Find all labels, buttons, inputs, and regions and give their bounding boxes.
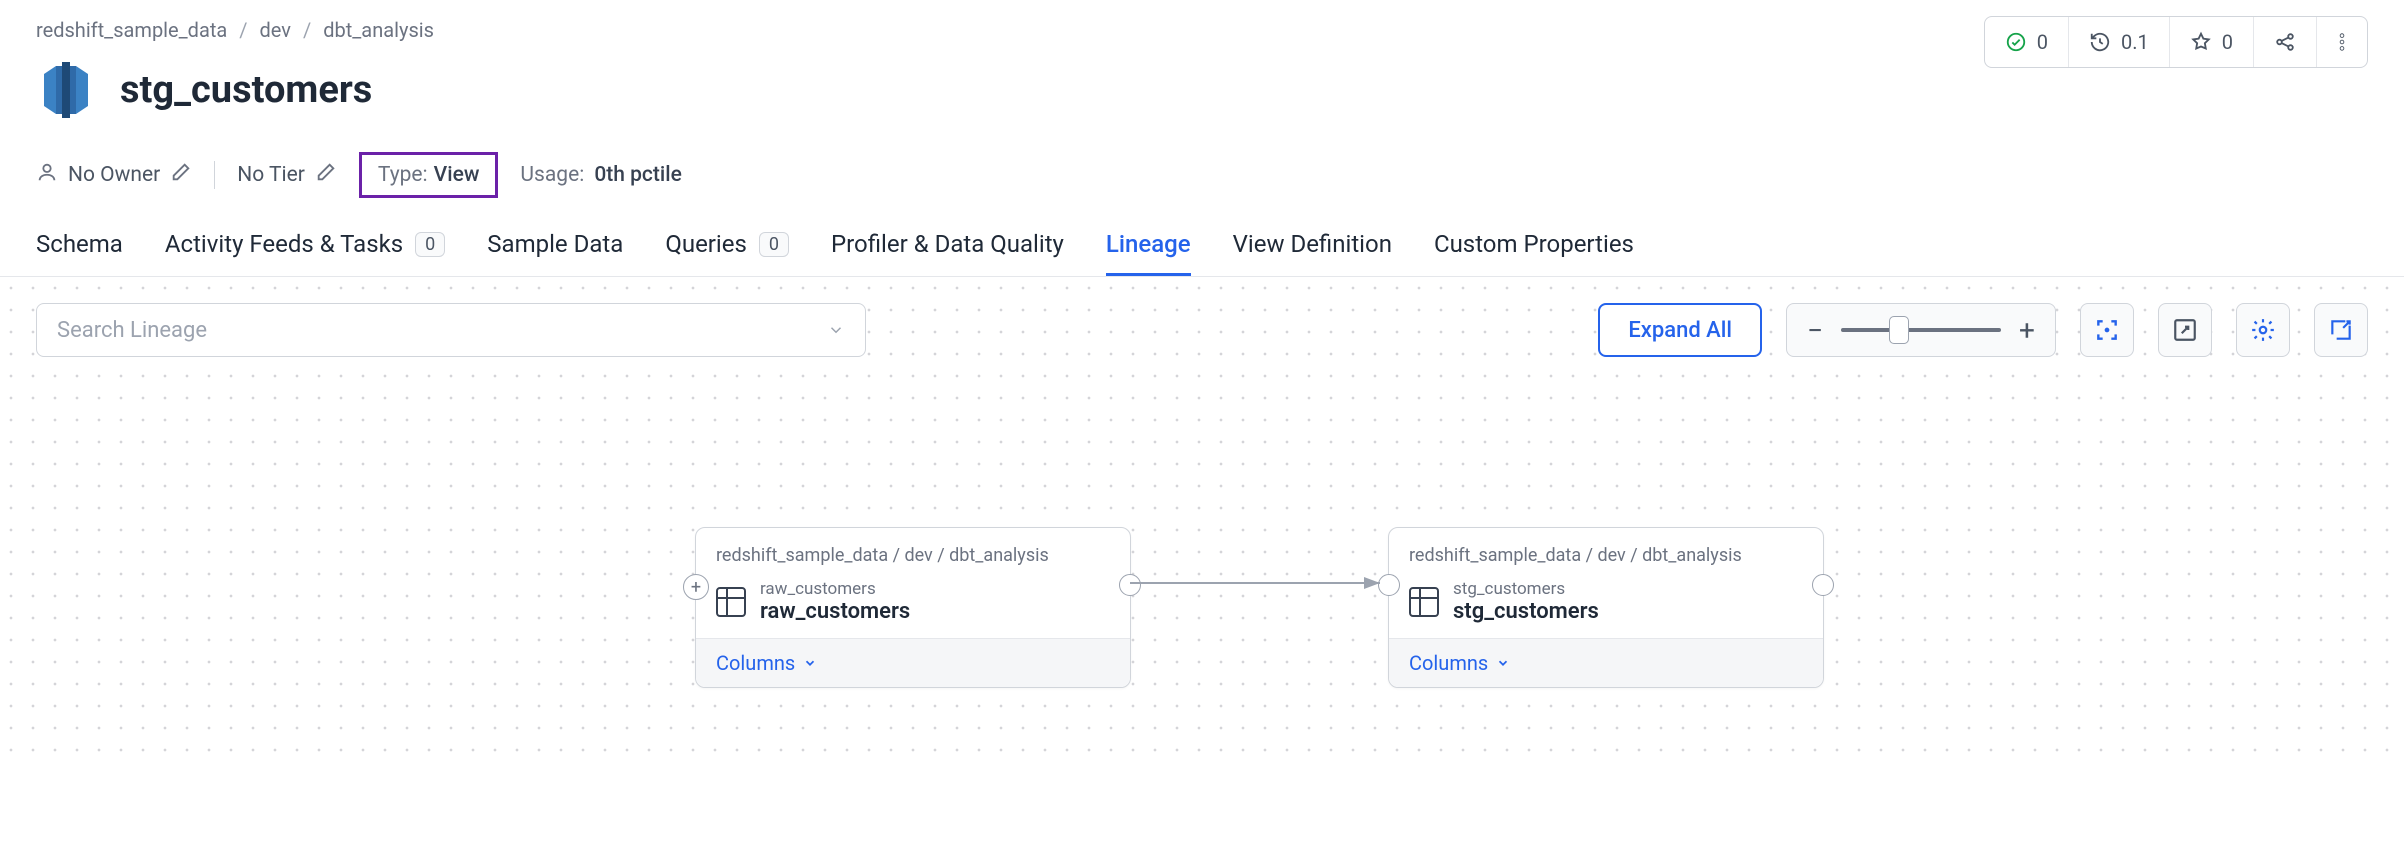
- node-title: raw_customers: [760, 599, 910, 624]
- add-upstream-button[interactable]: +: [683, 574, 709, 600]
- tier-label: No Tier: [237, 163, 305, 187]
- expand-all-label: Expand All: [1628, 318, 1732, 343]
- tab-badge: 0: [415, 232, 445, 257]
- tab-badge: 0: [759, 232, 789, 257]
- usage-label: Usage:: [520, 163, 584, 187]
- entity-title: stg_customers: [120, 68, 372, 112]
- table-icon: [1409, 587, 1439, 617]
- tab-lineage[interactable]: Lineage: [1106, 230, 1191, 276]
- pencil-icon[interactable]: [315, 161, 337, 189]
- history-icon: [2089, 31, 2111, 53]
- focus-icon: [2094, 317, 2120, 343]
- usage-value: 0th pctile: [594, 163, 682, 187]
- canvas-right-controls: Expand All − +: [1598, 303, 2368, 357]
- type-field-highlighted: Type: View: [359, 152, 499, 198]
- canvas-toolbar: Search Lineage Expand All − +: [36, 303, 2368, 357]
- tab-label: Profiler & Data Quality: [831, 230, 1064, 258]
- fullscreen-button[interactable]: [2158, 303, 2212, 357]
- tab-label: Schema: [36, 230, 123, 258]
- user-icon: [36, 161, 58, 189]
- stat-time[interactable]: 0.1: [2069, 17, 2170, 67]
- tab-queries[interactable]: Queries 0: [665, 230, 789, 276]
- settings-button[interactable]: [2236, 303, 2290, 357]
- breadcrumb-item[interactable]: dev: [260, 18, 291, 42]
- lineage-canvas[interactable]: Search Lineage Expand All − +: [0, 277, 2404, 767]
- columns-toggle[interactable]: Columns: [696, 638, 1130, 687]
- columns-label: Columns: [1409, 651, 1488, 675]
- zoom-control: − +: [1786, 303, 2056, 357]
- edit-square-icon: [2328, 317, 2354, 343]
- lineage-node-stg-customers[interactable]: redshift_sample_data / dev / dbt_analysi…: [1388, 527, 1824, 688]
- entity-stats-bar: 0 0.1 0: [1984, 16, 2368, 68]
- lineage-edge: [1130, 573, 1390, 593]
- chevron-down-icon: [1496, 656, 1510, 670]
- usage-field: Usage: 0th pctile: [520, 163, 681, 187]
- tab-label: View Definition: [1233, 230, 1392, 258]
- chevron-down-icon: [803, 656, 817, 670]
- table-icon: [716, 587, 746, 617]
- stat-time-value: 0.1: [2121, 30, 2149, 54]
- breadcrumb-sep: /: [239, 18, 247, 42]
- owner-field[interactable]: No Owner: [36, 161, 192, 189]
- tab-label: Lineage: [1106, 230, 1191, 258]
- tab-view-definition[interactable]: View Definition: [1233, 230, 1392, 276]
- stat-success-value: 0: [2037, 30, 2048, 54]
- node-subtitle: raw_customers: [760, 579, 910, 599]
- zoom-in-button[interactable]: +: [2015, 318, 2039, 342]
- tab-activity[interactable]: Activity Feeds & Tasks 0: [165, 230, 445, 276]
- zoom-slider[interactable]: [1841, 328, 2001, 332]
- zoom-slider-thumb[interactable]: [1889, 316, 1909, 344]
- star-icon: [2190, 31, 2212, 53]
- tab-schema[interactable]: Schema: [36, 230, 123, 276]
- tabs: Schema Activity Feeds & Tasks 0 Sample Da…: [0, 198, 2404, 277]
- title-row: stg_customers: [36, 60, 2368, 120]
- tab-label: Queries: [665, 230, 747, 258]
- node-subtitle: stg_customers: [1453, 579, 1599, 599]
- search-placeholder: Search Lineage: [57, 318, 207, 343]
- chevron-down-icon: [827, 321, 845, 339]
- search-lineage-input[interactable]: Search Lineage: [36, 303, 866, 357]
- stat-success[interactable]: 0: [1985, 17, 2069, 67]
- page-header: redshift_sample_data / dev / dbt_analysi…: [0, 0, 2404, 198]
- fit-view-button[interactable]: [2080, 303, 2134, 357]
- tab-profiler[interactable]: Profiler & Data Quality: [831, 230, 1064, 276]
- tab-sample-data[interactable]: Sample Data: [487, 230, 623, 276]
- share-icon: [2274, 31, 2296, 53]
- node-title: stg_customers: [1453, 599, 1599, 624]
- node-output-port[interactable]: [1812, 574, 1834, 596]
- expand-all-button[interactable]: Expand All: [1598, 303, 1762, 357]
- fullscreen-icon: [2172, 317, 2198, 343]
- owner-label: No Owner: [68, 163, 160, 187]
- gear-icon: [2250, 317, 2276, 343]
- columns-toggle[interactable]: Columns: [1389, 638, 1823, 687]
- kebab-icon: [2331, 31, 2353, 53]
- tab-label: Custom Properties: [1434, 230, 1634, 258]
- pencil-icon[interactable]: [170, 161, 192, 189]
- check-circle-icon: [2005, 31, 2027, 53]
- tab-custom-properties[interactable]: Custom Properties: [1434, 230, 1634, 276]
- lineage-node-raw-customers[interactable]: + redshift_sample_data / dev / dbt_analy…: [695, 527, 1131, 688]
- tier-field[interactable]: No Tier: [237, 161, 337, 189]
- stat-star-value: 0: [2222, 30, 2233, 54]
- breadcrumb-sep: /: [303, 18, 311, 42]
- node-path: redshift_sample_data / dev / dbt_analysi…: [696, 528, 1130, 579]
- breadcrumb-item[interactable]: dbt_analysis: [323, 18, 434, 42]
- stat-star[interactable]: 0: [2170, 17, 2254, 67]
- divider: [214, 161, 215, 189]
- zoom-out-button[interactable]: −: [1803, 318, 1827, 342]
- breadcrumb-item[interactable]: redshift_sample_data: [36, 18, 227, 42]
- edit-lineage-button[interactable]: [2314, 303, 2368, 357]
- type-value: View: [434, 163, 480, 187]
- tab-label: Sample Data: [487, 230, 623, 258]
- share-button[interactable]: [2254, 17, 2317, 67]
- columns-label: Columns: [716, 651, 795, 675]
- type-label: Type:: [378, 163, 428, 187]
- entity-meta-row: No Owner No Tier Type: View Usage: 0th p…: [36, 152, 2368, 198]
- node-path: redshift_sample_data / dev / dbt_analysi…: [1389, 528, 1823, 579]
- more-menu[interactable]: [2317, 17, 2367, 67]
- redshift-icon: [36, 60, 96, 120]
- tab-label: Activity Feeds & Tasks: [165, 230, 403, 258]
